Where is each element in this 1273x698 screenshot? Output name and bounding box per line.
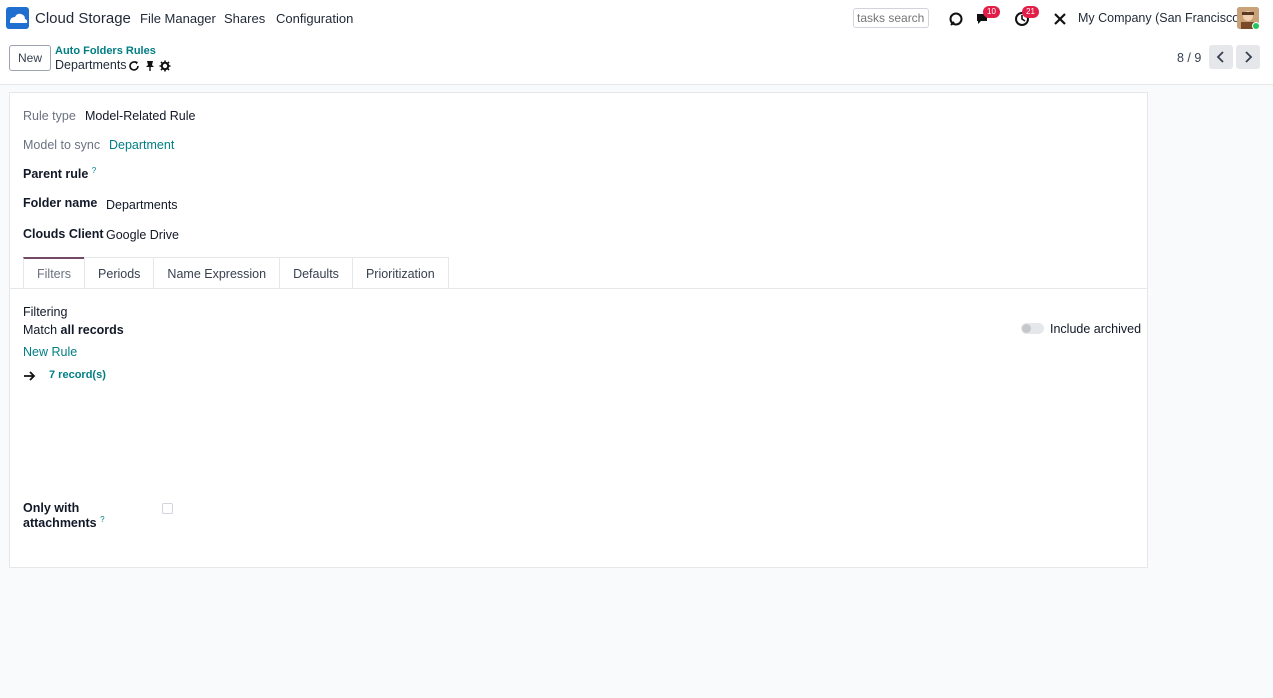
- nav-configuration[interactable]: Configuration: [276, 11, 353, 26]
- tab-defaults[interactable]: Defaults: [279, 257, 353, 289]
- activities-icon[interactable]: 21: [1012, 6, 1039, 29]
- model-to-sync-label: Model to sync: [23, 138, 101, 152]
- app-name[interactable]: Cloud Storage: [35, 10, 131, 27]
- rule-type-value[interactable]: Model-Related Rule: [85, 109, 195, 123]
- toggle-knob: [1022, 324, 1031, 333]
- attachments-help-icon[interactable]: ?: [100, 515, 104, 524]
- breadcrumb-current: Departments: [55, 58, 127, 72]
- form-sheet: Rule type Model-Related Rule Model to sy…: [9, 92, 1148, 568]
- pager-next-button[interactable]: [1236, 45, 1260, 69]
- include-archived-label: Include archived: [1050, 322, 1142, 336]
- cloud-storage-logo-icon[interactable]: [6, 7, 29, 29]
- tab-periods[interactable]: Periods: [84, 257, 155, 289]
- top-navbar: Cloud Storage File Manager Shares Config…: [0, 0, 1273, 37]
- pager-previous-button[interactable]: [1209, 45, 1233, 69]
- tasks-search-input[interactable]: [853, 8, 929, 28]
- match-value[interactable]: all records: [61, 323, 124, 337]
- nav-file-manager[interactable]: File Manager: [140, 11, 216, 26]
- debug-tools-icon[interactable]: [1050, 9, 1070, 29]
- activities-badge: 21: [1022, 6, 1039, 18]
- filtering-heading: Filtering: [23, 305, 68, 319]
- refresh-icon[interactable]: [128, 59, 140, 71]
- tab-name-expression[interactable]: Name Expression: [153, 257, 281, 289]
- tab-prioritization[interactable]: Prioritization: [351, 257, 449, 289]
- gear-icon[interactable]: [159, 59, 171, 72]
- tab-divider: [10, 288, 1147, 289]
- clouds-client-label: Clouds Client: [23, 227, 104, 241]
- parent-rule-label: Parent rule ?: [23, 166, 97, 182]
- clouds-client-value[interactable]: Google Drive: [106, 228, 179, 242]
- messages-badge: 10: [983, 6, 1000, 18]
- notebook-tabs: Filters Periods Name Expression Defaults…: [23, 257, 449, 289]
- voip-phone-icon[interactable]: [946, 9, 966, 29]
- chevron-right-icon: [1245, 51, 1253, 63]
- folder-name-label: Folder name: [23, 196, 98, 210]
- include-archived-toggle[interactable]: [1021, 323, 1044, 334]
- pin-icon[interactable]: [144, 59, 156, 71]
- parent-rule-help-icon[interactable]: ?: [92, 166, 96, 175]
- nav-shares[interactable]: Shares: [224, 11, 265, 26]
- new-rule-link[interactable]: New Rule: [23, 345, 77, 359]
- tab-filters[interactable]: Filters: [23, 257, 86, 289]
- pager-value[interactable]: 8 / 9: [1177, 51, 1201, 65]
- arrow-right-icon: [24, 368, 36, 386]
- company-switcher[interactable]: My Company (San Francisco): [1078, 11, 1243, 25]
- online-status-dot: [1252, 22, 1259, 29]
- model-to-sync-value[interactable]: Department: [109, 138, 174, 152]
- new-button[interactable]: New: [9, 45, 51, 71]
- control-panel: New Auto Folders Rules Departments 8 / 9: [0, 37, 1273, 85]
- user-avatar[interactable]: [1237, 7, 1259, 29]
- match-text: Match all records: [23, 323, 124, 337]
- only-with-attachments-label: Only with attachments ?: [23, 501, 105, 531]
- records-count-link[interactable]: 7 record(s): [49, 369, 106, 381]
- chevron-left-icon: [1216, 51, 1224, 63]
- rule-type-label: Rule type: [23, 109, 76, 123]
- folder-name-value[interactable]: Departments: [106, 198, 178, 212]
- messages-icon[interactable]: 10: [973, 6, 1000, 29]
- only-with-attachments-checkbox[interactable]: [162, 503, 173, 514]
- breadcrumb-parent-link[interactable]: Auto Folders Rules: [55, 45, 156, 57]
